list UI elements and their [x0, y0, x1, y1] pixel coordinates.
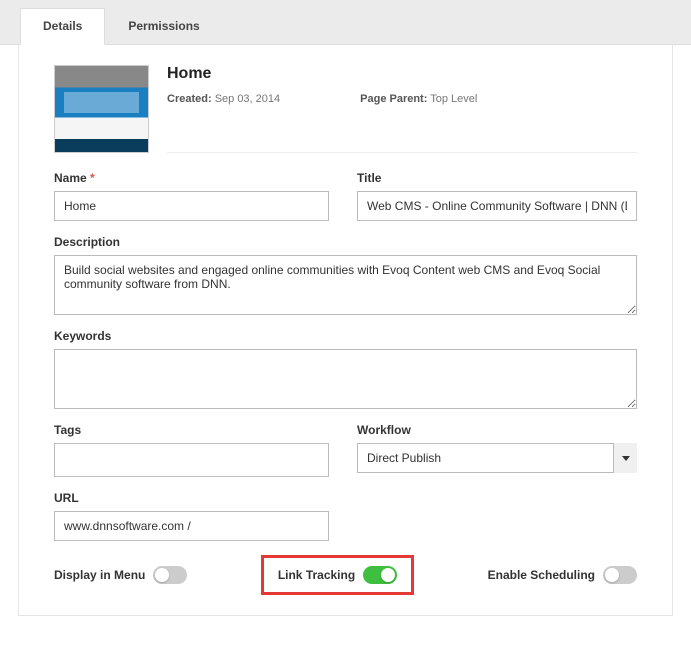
toggle-row: Display in Menu Link Tracking Enable Sch…	[54, 555, 637, 595]
tags-group: Tags	[54, 423, 329, 477]
description-label: Description	[54, 235, 637, 249]
workflow-group: Workflow Direct Publish	[357, 423, 637, 477]
description-textarea[interactable]: Build social websites and engaged online…	[54, 255, 637, 315]
tags-input[interactable]	[54, 443, 329, 477]
url-label: URL	[54, 491, 329, 505]
name-group: Name *	[54, 171, 329, 221]
page-title: Home	[167, 65, 637, 83]
title-label: Title	[357, 171, 637, 185]
created-label: Created:	[167, 93, 212, 105]
url-input[interactable]	[54, 511, 329, 541]
link-tracking-highlight: Link Tracking	[261, 555, 414, 595]
description-group: Description Build social websites and en…	[54, 235, 637, 315]
keywords-textarea[interactable]	[54, 349, 637, 409]
parent-label: Page Parent:	[360, 93, 427, 105]
title-input[interactable]	[357, 191, 637, 221]
title-group: Title	[357, 171, 637, 221]
header-info: Home Created: Sep 03, 2014 Page Parent: …	[167, 65, 637, 153]
display-in-menu-toggle[interactable]	[153, 566, 187, 584]
parent-value: Top Level	[430, 93, 477, 105]
page-thumbnail	[54, 65, 149, 153]
tags-label: Tags	[54, 423, 329, 437]
created-value: Sep 03, 2014	[215, 93, 280, 105]
link-tracking-toggle[interactable]	[363, 566, 397, 584]
created-meta: Created: Sep 03, 2014	[167, 93, 280, 105]
parent-meta: Page Parent: Top Level	[360, 93, 477, 105]
tab-permissions[interactable]: Permissions	[105, 8, 222, 44]
meta-row: Created: Sep 03, 2014 Page Parent: Top L…	[167, 93, 637, 105]
workflow-select[interactable]: Direct Publish	[357, 443, 637, 473]
link-tracking-label: Link Tracking	[278, 568, 355, 582]
workflow-label: Workflow	[357, 423, 637, 437]
tab-details[interactable]: Details	[20, 8, 105, 45]
header-row: Home Created: Sep 03, 2014 Page Parent: …	[54, 65, 637, 153]
enable-scheduling-toggle[interactable]	[603, 566, 637, 584]
keywords-group: Keywords	[54, 329, 637, 409]
name-label: Name *	[54, 171, 329, 185]
link-tracking-group: Link Tracking	[278, 566, 397, 584]
tab-bar: Details Permissions	[0, 0, 691, 45]
url-group: URL	[54, 491, 329, 541]
display-in-menu-label: Display in Menu	[54, 568, 145, 582]
name-input[interactable]	[54, 191, 329, 221]
enable-scheduling-group: Enable Scheduling	[488, 566, 637, 584]
keywords-label: Keywords	[54, 329, 637, 343]
content-panel: Home Created: Sep 03, 2014 Page Parent: …	[18, 45, 673, 616]
enable-scheduling-label: Enable Scheduling	[488, 568, 595, 582]
page-editor: Details Permissions Home Created: Sep 03…	[0, 0, 691, 616]
display-in-menu-group: Display in Menu	[54, 566, 187, 584]
